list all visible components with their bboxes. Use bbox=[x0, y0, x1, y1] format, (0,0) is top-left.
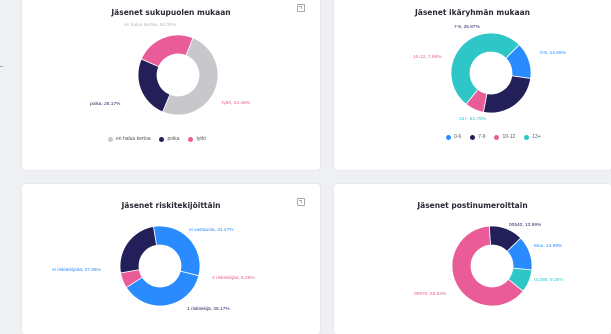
donut-chart-risk-factors: ei riskitekijöitä, 37.06% 2 riskitekijää,… bbox=[52, 225, 255, 312]
legend-item-en-halua-kertoa[interactable]: en halua kertoa bbox=[108, 136, 150, 142]
card-age-group: Jäsenet ikäryhmän mukaan 0-6, 14.69% 7-9,… bbox=[334, 0, 611, 170]
data-label: tyttö, 24.48% bbox=[222, 100, 251, 106]
data-label: 00970, 63.64% bbox=[414, 291, 447, 297]
legend-gender: en halua kertoa poika tyttö bbox=[108, 136, 206, 142]
data-label: 1 riskitekijä, 25.17% bbox=[187, 306, 230, 312]
legend-swatch-navy bbox=[159, 136, 165, 142]
legend-swatch-pink bbox=[494, 134, 500, 140]
legend-swatch-pink bbox=[188, 136, 194, 142]
data-label: en halua kertoa, 50.00% bbox=[124, 22, 177, 28]
legend-item-7-9[interactable]: 7-9 bbox=[470, 134, 485, 140]
data-label: 13+, 51.75% bbox=[459, 116, 487, 122]
data-label: poika, 25.17% bbox=[90, 101, 121, 107]
data-label: ei vastausta, 31.47% bbox=[189, 227, 234, 233]
legend-label: 7-9 bbox=[478, 134, 486, 140]
legend-label: en halua kertoa bbox=[116, 136, 151, 142]
legend-swatch-navy bbox=[470, 134, 476, 140]
data-label: 01280, 9.35% bbox=[534, 277, 564, 283]
legend-item-tytto[interactable]: tyttö bbox=[188, 136, 206, 142]
slice-1-riskitekij-[interactable] bbox=[119, 226, 158, 274]
donut-chart-postal-code: 00540, 13.99% Muu, 13.99% 01280, 9.35% 0097… bbox=[414, 222, 564, 307]
legend-label: 13+ bbox=[532, 134, 541, 140]
legend-swatch-grey bbox=[108, 136, 113, 142]
page-edge-marker bbox=[0, 66, 3, 67]
legend-label: 0-6 bbox=[454, 134, 462, 140]
legend-swatch-teal bbox=[524, 134, 530, 140]
legend-item-0-6[interactable]: 0-6 bbox=[446, 134, 461, 140]
slice-poika[interactable] bbox=[137, 58, 171, 113]
legend-age-group: 0-6 7-9 10-12 13+ bbox=[446, 134, 541, 140]
data-label: 2 riskitekijää, 6.29% bbox=[212, 275, 255, 281]
data-label: 10-12, 7.69% bbox=[413, 54, 442, 60]
legend-item-13-plus[interactable]: 13+ bbox=[524, 134, 541, 140]
legend-swatch-blue bbox=[446, 134, 451, 140]
data-label: ei riskitekijöitä, 37.06% bbox=[52, 267, 102, 273]
legend-label: tyttö bbox=[196, 136, 206, 142]
legend-label: poika bbox=[167, 136, 180, 142]
legend-item-10-12[interactable]: 10-12 bbox=[494, 134, 515, 140]
data-label: 00540, 13.99% bbox=[509, 222, 542, 228]
slice-7-9[interactable] bbox=[482, 75, 532, 114]
slice-ei-vastausta[interactable] bbox=[153, 225, 201, 277]
donut-chart-gender: en halua kertoa, 50.00% poika, 25.17% tytt… bbox=[90, 22, 251, 116]
legend-label: 10-12 bbox=[502, 134, 516, 140]
card-risk-factors: Jäsenet riskitekijöittäin ei riskitekijö… bbox=[22, 184, 320, 334]
donut-chart-age-group: 0-6, 14.69% 7-9, 25.87% 10-12, 7.69% 13+, 5… bbox=[413, 24, 567, 122]
legend-item-poika[interactable]: poika bbox=[159, 136, 179, 142]
card-gender: Jäsenet sukupuolen mukaan en halua kerto… bbox=[22, 0, 320, 170]
data-label: 0-6, 14.69% bbox=[540, 50, 567, 56]
card-postal-code: Jäsenet postinumeroittain 00540, 13.99% M… bbox=[334, 184, 611, 334]
data-label: 7-9, 25.87% bbox=[454, 24, 481, 30]
slice-tytt-[interactable] bbox=[140, 34, 194, 68]
data-label: Muu, 13.99% bbox=[534, 243, 563, 249]
